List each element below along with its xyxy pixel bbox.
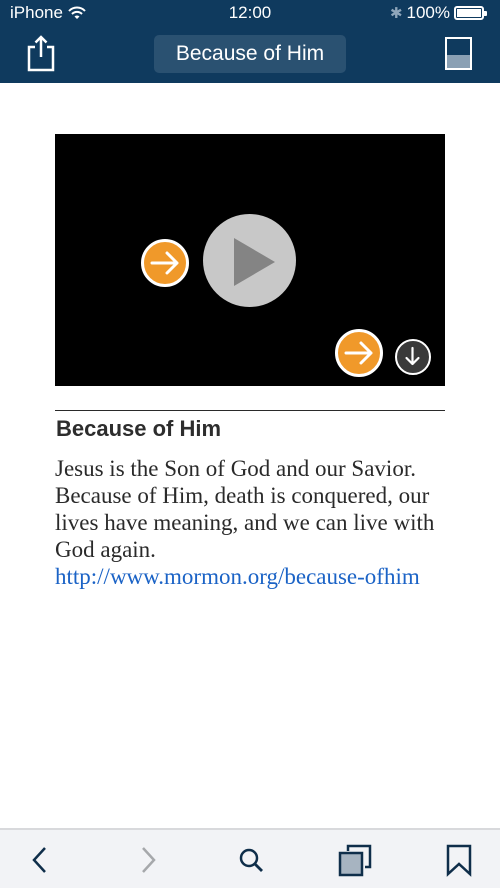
battery-icon: [454, 6, 487, 20]
article-text: Jesus is the Son of God and our Savior. …: [55, 456, 435, 562]
arrow-right-circle-icon: [150, 251, 179, 275]
top-bar: iPhone 12:00 ✱ 100% Because of Him: [0, 0, 500, 83]
video-link-button[interactable]: [335, 329, 383, 377]
copy-button[interactable]: [337, 842, 373, 878]
share-icon: [27, 35, 55, 72]
bookmark-button[interactable]: [441, 842, 477, 878]
bookmark-icon: [446, 844, 472, 877]
forward-icon: [142, 847, 156, 873]
download-icon: [405, 346, 420, 366]
arrow-right-circle-icon: [344, 341, 373, 365]
download-button[interactable]: [395, 339, 431, 375]
navbar: Because of Him: [0, 28, 500, 83]
back-button[interactable]: [22, 842, 58, 878]
article-body: Jesus is the Son of God and our Savior. …: [55, 455, 450, 590]
panel-toggle-button[interactable]: [445, 37, 472, 70]
article-heading: Because of Him: [56, 416, 222, 441]
video-player[interactable]: [55, 134, 445, 386]
forward-button[interactable]: [130, 842, 166, 878]
play-button[interactable]: [203, 214, 296, 307]
search-icon: [239, 848, 263, 872]
article-link[interactable]: http://www.mormon.org/because-ofhim: [55, 563, 450, 590]
status-bar: iPhone 12:00 ✱ 100%: [0, 0, 500, 28]
copy-icon: [338, 844, 372, 877]
page-title-button[interactable]: Because of Him: [154, 35, 346, 73]
bottom-toolbar: [0, 828, 500, 888]
status-right: ✱ 100%: [389, 3, 487, 23]
panel-toggle-icon: [447, 54, 470, 68]
bluetooth-icon: ✱: [389, 5, 403, 22]
related-link-button[interactable]: [141, 239, 189, 287]
divider: [55, 410, 445, 411]
back-icon: [32, 847, 46, 873]
share-button[interactable]: [26, 33, 56, 73]
battery-percent: 100%: [406, 3, 450, 22]
search-button[interactable]: [233, 842, 269, 878]
